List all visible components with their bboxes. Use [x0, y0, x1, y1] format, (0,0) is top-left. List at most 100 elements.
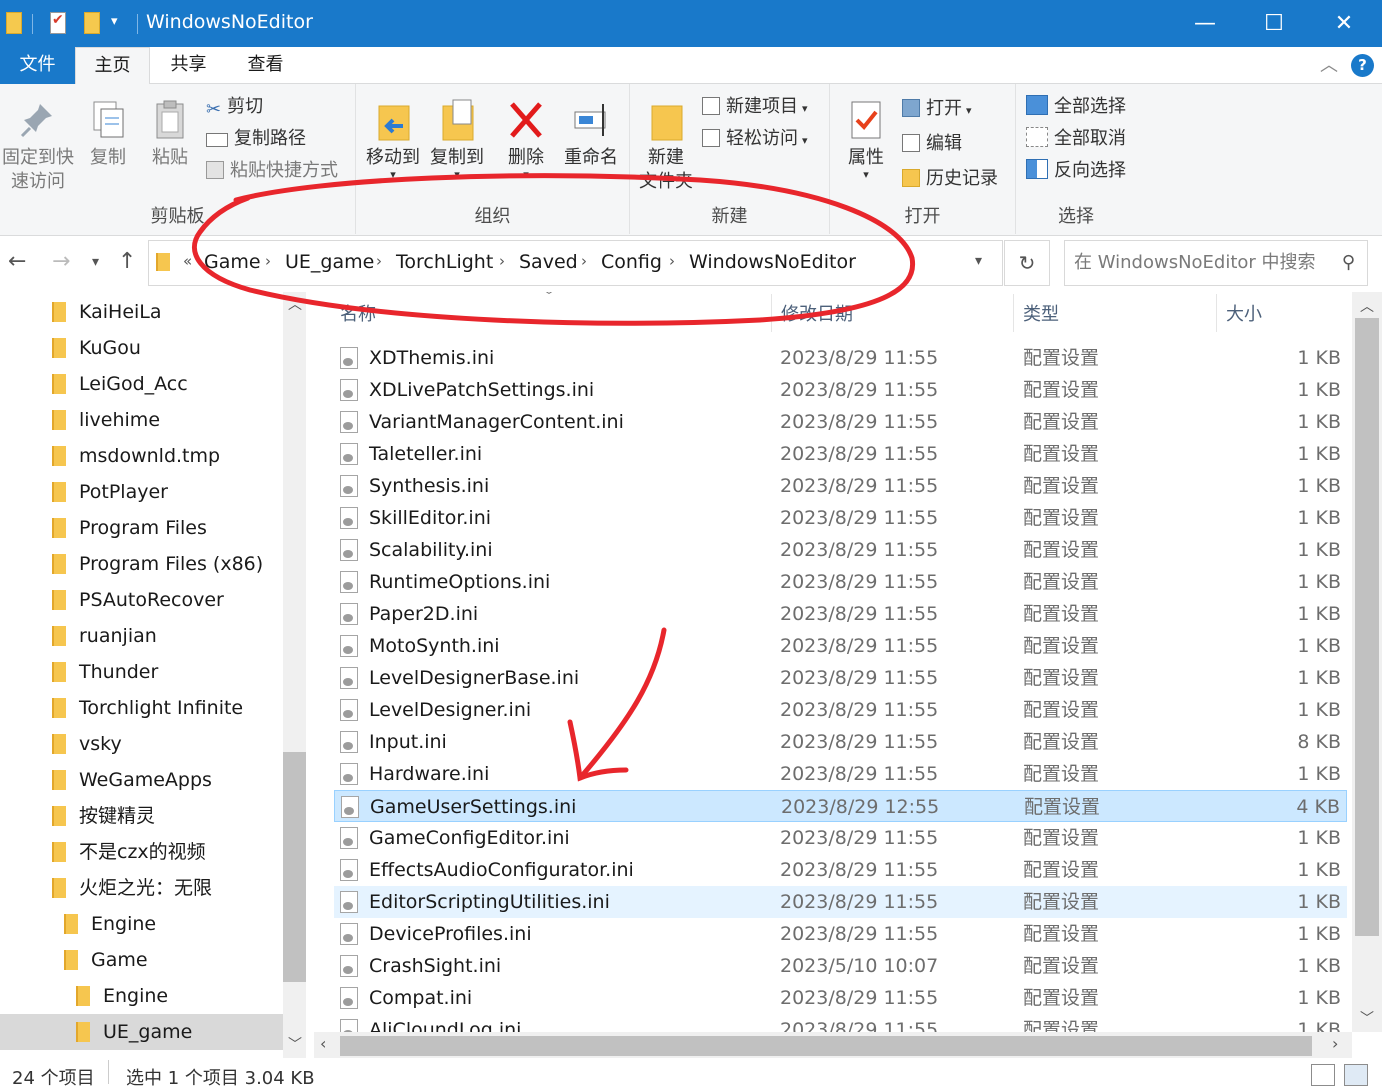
chevron-right-icon[interactable]: ›: [265, 252, 271, 270]
tab-file[interactable]: 文件: [0, 47, 75, 84]
nav-tree-item[interactable]: KuGou: [0, 330, 283, 366]
file-row[interactable]: Scalability.ini 2023/8/29 11:55 配置设置 1 KB: [334, 534, 1347, 566]
collapse-ribbon-icon[interactable]: ︿: [1320, 51, 1338, 77]
breadcrumb-item[interactable]: Saved: [519, 251, 578, 273]
tab-home[interactable]: 主页: [75, 47, 150, 85]
file-row[interactable]: EffectsAudioConfigurator.ini 2023/8/29 11…: [334, 854, 1347, 886]
open-button[interactable]: 打开 ▾: [902, 94, 972, 124]
chevron-down-icon[interactable]: ▾: [111, 14, 118, 29]
scroll-up-icon[interactable]: ︿: [288, 294, 302, 314]
invert-selection-button[interactable]: 反向选择: [1026, 156, 1126, 186]
breadcrumb-item[interactable]: Config: [601, 251, 662, 273]
scroll-up-icon[interactable]: ︿: [1360, 296, 1374, 316]
new-folder-button[interactable]: 新建 文件夹: [634, 98, 698, 194]
file-row[interactable]: Hardware.ini 2023/8/29 11:55 配置设置 1 KB: [334, 758, 1347, 790]
large-icons-view-icon[interactable]: [1344, 1064, 1368, 1086]
column-divider[interactable]: [1013, 294, 1014, 332]
nav-tree-item[interactable]: 按键精灵: [0, 798, 283, 834]
tab-share[interactable]: 共享: [151, 47, 226, 84]
help-icon[interactable]: ?: [1351, 54, 1374, 77]
select-all-button[interactable]: 全部选择: [1026, 92, 1126, 122]
back-arrow-icon[interactable]: ←: [8, 249, 26, 274]
new-folder-quick-icon[interactable]: [84, 12, 100, 34]
file-row[interactable]: DeviceProfiles.ini 2023/8/29 11:55 配置设置 1 K…: [334, 918, 1347, 950]
nav-tree-item[interactable]: LeiGod_Acc: [0, 366, 283, 402]
nav-tree-item[interactable]: WeGameApps: [0, 762, 283, 798]
nav-tree-item[interactable]: Thunder: [0, 654, 283, 690]
forward-arrow-icon[interactable]: →: [52, 249, 70, 274]
move-to-button[interactable]: 移动到 ▾: [362, 98, 424, 180]
minimize-button[interactable]: —: [1170, 0, 1240, 47]
copy-to-button[interactable]: 复制到 ▾: [426, 98, 488, 180]
copy-path-button[interactable]: 复制路径: [206, 124, 306, 154]
file-row[interactable]: GameConfigEditor.ini 2023/8/29 11:55 配置设置 1…: [334, 822, 1347, 854]
nav-tree-item[interactable]: 火炬之光：无限: [0, 870, 283, 906]
nav-tree-item[interactable]: Engine: [0, 906, 283, 942]
nav-tree-item[interactable]: ruanjian: [0, 618, 283, 654]
up-arrow-icon[interactable]: ↑: [118, 249, 136, 274]
file-row[interactable]: Input.ini 2023/8/29 11:55 配置设置 8 KB: [334, 726, 1347, 758]
new-item-button[interactable]: 新建项目 ▾: [702, 92, 808, 122]
pin-quick-access-button[interactable]: 固定到快 速访问: [0, 98, 76, 194]
chevron-right-icon[interactable]: ›: [581, 252, 587, 270]
breadcrumb-overflow[interactable]: «: [183, 252, 192, 270]
file-row[interactable]: CrashSight.ini 2023/5/10 10:07 配置设置 1 KB: [334, 950, 1347, 982]
file-row[interactable]: GameUserSettings.ini 2023/8/29 12:55 配置设置 4…: [334, 790, 1347, 822]
edit-button[interactable]: 编辑: [902, 129, 962, 159]
easy-access-button[interactable]: 轻松访问 ▾: [702, 124, 808, 154]
file-row[interactable]: XDThemis.ini 2023/8/29 11:55 配置设置 1 KB: [334, 342, 1347, 374]
file-row[interactable]: LevelDesignerBase.ini 2023/8/29 11:55 配置设置…: [334, 662, 1347, 694]
paste-button[interactable]: 粘贴: [142, 98, 198, 170]
recent-locations-chevron-icon[interactable]: ▾: [92, 254, 99, 270]
file-row[interactable]: Synthesis.ini 2023/8/29 11:55 配置设置 1 KB: [334, 470, 1347, 502]
search-input[interactable]: 在 WindowsNoEditor 中搜索 ⚲: [1064, 240, 1368, 286]
tab-view[interactable]: 查看: [228, 47, 303, 84]
nav-tree-item[interactable]: UE_game: [0, 1014, 283, 1050]
cut-button[interactable]: ✂ 剪切: [206, 92, 263, 122]
column-header-type[interactable]: 类型: [1023, 300, 1059, 326]
address-history-chevron-icon[interactable]: ▾: [975, 253, 982, 269]
breadcrumb-item[interactable]: UE_game: [285, 251, 374, 273]
breadcrumb-item[interactable]: WindowsNoEditor: [689, 251, 856, 273]
file-row[interactable]: LevelDesigner.ini 2023/8/29 11:55 配置设置 1 KB: [334, 694, 1347, 726]
file-row[interactable]: Paper2D.ini 2023/8/29 11:55 配置设置 1 KB: [334, 598, 1347, 630]
nav-tree-item[interactable]: PSAutoRecover: [0, 582, 283, 618]
column-divider[interactable]: [1216, 294, 1217, 332]
breadcrumb-item[interactable]: Game: [204, 251, 261, 273]
nav-tree-item[interactable]: msdownld.tmp: [0, 438, 283, 474]
file-row[interactable]: MotoSynth.ini 2023/8/29 11:55 配置设置 1 KB: [334, 630, 1347, 662]
file-row[interactable]: VariantManagerContent.ini 2023/8/29 11:55…: [334, 406, 1347, 438]
nav-tree-item[interactable]: Program Files (x86): [0, 546, 283, 582]
file-row[interactable]: EditorScriptingUtilities.ini 2023/8/29 11…: [334, 886, 1347, 918]
scroll-right-icon[interactable]: ›: [1332, 1034, 1338, 1053]
maximize-button[interactable]: ☐: [1239, 0, 1309, 47]
file-list-scroll-thumb[interactable]: [1355, 318, 1379, 936]
properties-quick-icon[interactable]: [50, 12, 66, 34]
nav-tree-item[interactable]: Game: [0, 942, 283, 978]
history-button[interactable]: 历史记录: [902, 164, 998, 194]
nav-tree-item[interactable]: vsky: [0, 726, 283, 762]
scroll-down-icon[interactable]: ﹀: [1360, 1008, 1374, 1028]
breadcrumb-item[interactable]: TorchLight: [396, 251, 493, 273]
nav-tree-item[interactable]: PotPlayer: [0, 474, 283, 510]
nav-tree-item[interactable]: Program Files: [0, 510, 283, 546]
paste-shortcut-button[interactable]: 粘贴快捷方式: [206, 156, 338, 186]
nav-tree-item[interactable]: KaiHeiLa: [0, 294, 283, 330]
file-row[interactable]: SkillEditor.ini 2023/8/29 11:55 配置设置 1 KB: [334, 502, 1347, 534]
select-none-button[interactable]: 全部取消: [1026, 124, 1126, 154]
nav-tree-item[interactable]: livehime: [0, 402, 283, 438]
properties-button[interactable]: 属性 ▾: [836, 98, 896, 180]
scroll-down-icon[interactable]: ﹀: [288, 1034, 302, 1054]
nav-tree-item[interactable]: Torchlight Infinite: [0, 690, 283, 726]
nav-tree-item[interactable]: 不是czx的视频: [0, 834, 283, 870]
file-row[interactable]: Taleteller.ini 2023/8/29 11:55 配置设置 1 KB: [334, 438, 1347, 470]
file-row[interactable]: XDLivePatchSettings.ini 2023/8/29 11:55 配置…: [334, 374, 1347, 406]
column-header-name[interactable]: 名称: [340, 300, 376, 326]
refresh-button[interactable]: ↻: [1004, 240, 1050, 286]
chevron-right-icon[interactable]: ›: [499, 252, 505, 270]
delete-button[interactable]: 删除 ▾: [498, 98, 554, 180]
close-button[interactable]: ✕: [1309, 0, 1379, 47]
column-header-date[interactable]: 修改日期: [781, 300, 853, 326]
chevron-right-icon[interactable]: ›: [376, 252, 382, 270]
file-row[interactable]: AliCloundLog.ini 2023/8/29 11:55 配置设置 1 KB: [334, 1014, 1347, 1032]
